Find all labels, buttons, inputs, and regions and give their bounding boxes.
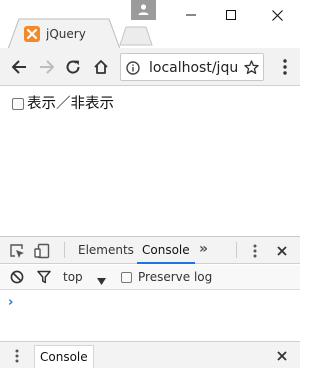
profile-button[interactable]	[131, 0, 156, 20]
filter-funnel-icon	[37, 270, 51, 284]
inspect-cursor-icon	[10, 244, 24, 258]
new-tab-button[interactable]	[119, 26, 153, 49]
page-viewport: 表示／非表示	[0, 87, 300, 236]
console-drawer: Console	[0, 341, 300, 368]
console-prompt[interactable]: ›	[8, 295, 13, 310]
clear-console-button[interactable]	[10, 270, 24, 287]
person-icon	[138, 4, 149, 15]
tab-elements[interactable]: Elements	[78, 237, 134, 264]
browser-tab[interactable]: jQuery	[8, 18, 120, 49]
back-button[interactable]	[9, 57, 29, 77]
browser-toolbar: localhost/jquery	[0, 48, 300, 86]
more-tabs-button[interactable]: »	[199, 237, 208, 264]
kebab-menu-icon	[15, 349, 19, 363]
inspect-element-button[interactable]	[8, 242, 26, 260]
close-icon	[277, 351, 287, 361]
filter-button[interactable]	[37, 270, 51, 287]
block-icon	[10, 270, 24, 284]
drawer-menu-button[interactable]	[10, 347, 24, 365]
tab-title: jQuery	[46, 27, 86, 41]
close-icon	[271, 9, 283, 21]
minimize-icon	[186, 14, 196, 16]
toolbar-divider	[64, 242, 65, 258]
home-icon	[94, 60, 108, 74]
home-button[interactable]	[91, 57, 111, 77]
toggle-visibility-label: 表示／非表示	[27, 96, 114, 112]
kebab-menu-icon	[283, 59, 287, 75]
forward-button[interactable]	[37, 57, 57, 77]
bookmark-button[interactable]	[239, 54, 263, 80]
new-tab-icon	[119, 26, 153, 46]
address-bar[interactable]: localhost/jquery	[120, 53, 264, 81]
drawer-tab-console[interactable]: Console	[34, 345, 94, 368]
device-toolbar-button[interactable]	[33, 242, 51, 260]
browser-menu-button[interactable]	[277, 57, 293, 77]
preserve-log-option[interactable]: Preserve log	[121, 265, 212, 290]
dropdown-arrow-icon[interactable]	[97, 274, 106, 288]
back-arrow-icon	[12, 60, 26, 74]
toolbar-divider	[236, 242, 237, 258]
close-window-button[interactable]	[254, 0, 300, 30]
xampp-icon	[24, 26, 40, 42]
close-drawer-button[interactable]	[274, 348, 290, 364]
info-icon	[126, 61, 140, 75]
close-devtools-button[interactable]	[274, 243, 290, 259]
devtools-tab-bar: Elements Console »	[0, 237, 300, 264]
maximize-icon	[226, 10, 236, 20]
console-toolbar: top Preserve log	[0, 265, 300, 290]
reload-button[interactable]	[63, 57, 83, 77]
browser-title-bar: jQuery	[0, 0, 300, 49]
preserve-log-checkbox[interactable]	[121, 272, 132, 283]
toggle-visibility-option[interactable]: 表示／非表示	[12, 95, 114, 113]
devtools-menu-button[interactable]	[248, 242, 262, 260]
tab-console[interactable]: Console	[137, 237, 195, 264]
execution-context-select[interactable]: top	[63, 265, 83, 290]
devtools-panel: Elements Console » top Preserve log › Co…	[0, 236, 300, 368]
device-icon	[34, 243, 50, 259]
forward-arrow-icon	[40, 60, 54, 74]
close-icon	[277, 246, 287, 256]
preserve-log-label: Preserve log	[138, 270, 213, 284]
maximize-button[interactable]	[208, 0, 254, 30]
star-icon	[243, 59, 259, 74]
reload-icon	[66, 60, 80, 74]
kebab-menu-icon	[253, 244, 257, 258]
toggle-visibility-checkbox[interactable]	[12, 98, 24, 110]
